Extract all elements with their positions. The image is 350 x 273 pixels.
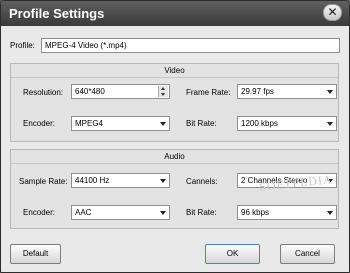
channels-label: Cannels: bbox=[186, 177, 218, 186]
dialog-title: Profile Settings bbox=[9, 6, 105, 21]
resolution-spinbox[interactable]: 640*480 bbox=[71, 84, 170, 99]
chevron-down-icon bbox=[327, 122, 333, 126]
close-button[interactable]: ✕ bbox=[323, 4, 342, 21]
audio-bit-rate-value: 96 kbps bbox=[241, 208, 270, 217]
chevron-down-icon bbox=[327, 211, 333, 215]
frame-rate-select[interactable]: 29.97 fps bbox=[237, 84, 337, 99]
audio-heading: Audio bbox=[11, 150, 338, 164]
spin-down-icon[interactable] bbox=[161, 93, 165, 96]
video-bit-rate-label: Bit Rate: bbox=[186, 119, 217, 128]
profile-field[interactable]: MPEG-4 Video (*.mp4) bbox=[41, 38, 340, 53]
audio-encoder-value: AAC bbox=[75, 208, 92, 217]
audio-encoder-label: Encoder: bbox=[23, 208, 56, 217]
profile-settings-dialog: Profile Settings ✕ Profile: MPEG-4 Video… bbox=[0, 0, 350, 273]
video-bit-rate-value: 1200 kbps bbox=[241, 119, 278, 128]
video-group: Video Resolution: 640*480 Frame Rate: 29… bbox=[10, 63, 339, 142]
audio-bit-rate-label: Bit Rate: bbox=[186, 208, 217, 217]
video-encoder-select[interactable]: MPEG4 bbox=[71, 116, 170, 131]
resolution-value: 640*480 bbox=[75, 87, 105, 96]
chevron-down-icon bbox=[160, 122, 166, 126]
default-button[interactable]: Default bbox=[10, 244, 61, 264]
profile-value: MPEG-4 Video (*.mp4) bbox=[45, 41, 127, 50]
video-heading: Video bbox=[11, 64, 338, 78]
chevron-down-icon bbox=[327, 90, 333, 94]
audio-encoder-select[interactable]: AAC bbox=[71, 205, 170, 220]
profile-label: Profile: bbox=[10, 41, 35, 50]
frame-rate-value: 29.97 fps bbox=[241, 87, 274, 96]
sample-rate-value: 44100 Hz bbox=[75, 176, 110, 185]
spin-up-icon[interactable] bbox=[161, 87, 165, 90]
title-bar[interactable]: Profile Settings ✕ bbox=[1, 1, 349, 26]
cancel-button[interactable]: Cancel bbox=[280, 244, 335, 264]
frame-rate-label: Frame Rate: bbox=[186, 88, 231, 97]
video-encoder-label: Encoder: bbox=[23, 119, 56, 128]
spin-buttons[interactable] bbox=[158, 86, 168, 97]
sample-rate-label: Sample Rate: bbox=[19, 177, 68, 186]
audio-bit-rate-select[interactable]: 96 kbps bbox=[237, 205, 337, 220]
video-encoder-value: MPEG4 bbox=[75, 119, 104, 128]
close-icon: ✕ bbox=[327, 5, 338, 19]
video-bit-rate-select[interactable]: 1200 kbps bbox=[237, 116, 337, 131]
resolution-label: Resolution: bbox=[23, 88, 64, 97]
chevron-down-icon bbox=[160, 211, 166, 215]
dialog-body: Profile: MPEG-4 Video (*.mp4) Video Reso… bbox=[1, 26, 349, 272]
chevron-down-icon bbox=[160, 179, 166, 183]
ok-button[interactable]: OK bbox=[205, 244, 260, 264]
sample-rate-select[interactable]: 44100 Hz bbox=[71, 173, 170, 188]
